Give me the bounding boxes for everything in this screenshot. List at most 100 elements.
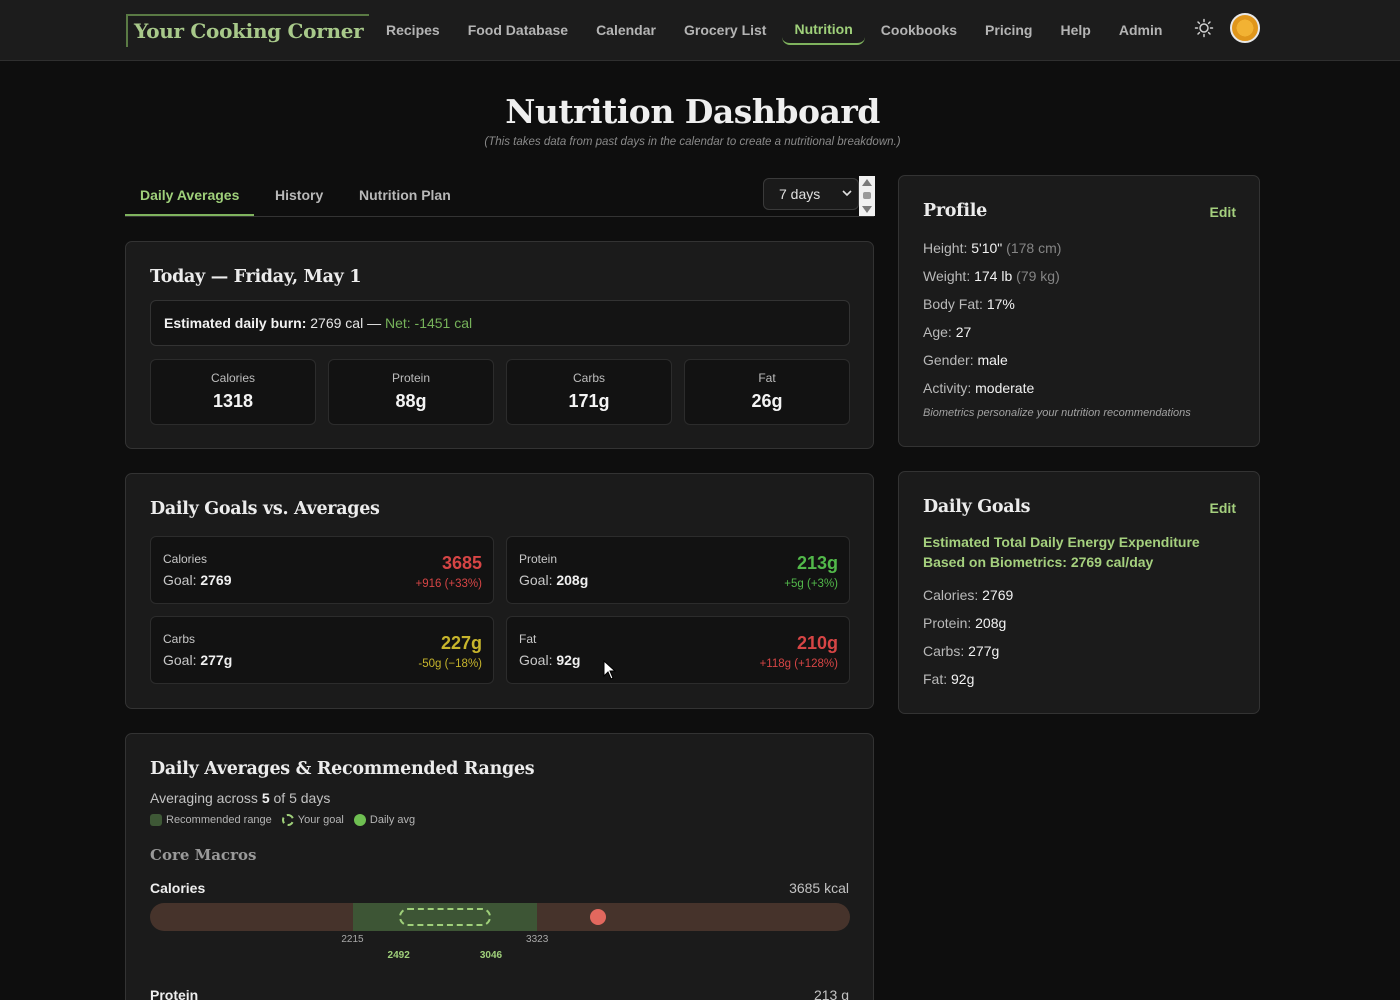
daily-goals-title: Daily Goals xyxy=(923,497,1031,517)
goal-name: Fat xyxy=(519,632,537,646)
daily-average-marker xyxy=(589,909,606,925)
nav-recipes[interactable]: Recipes xyxy=(374,16,452,44)
row-value: 2769 xyxy=(982,587,1014,603)
sun-icon[interactable] xyxy=(1194,18,1214,38)
daily-goal-calories: Calories: 2769 xyxy=(923,587,1013,603)
row-label: Activity: xyxy=(923,380,972,396)
legend-label: Recommended range xyxy=(166,814,272,826)
row-label: Calories: xyxy=(923,587,979,603)
edit-profile-button[interactable]: Edit xyxy=(1210,204,1236,220)
goal-fat: Fat Goal: 92g 210g +118g (+128%) xyxy=(506,616,850,684)
profile-gender: Gender: male xyxy=(923,352,1008,368)
goal-range-marker xyxy=(398,908,491,926)
ranges-legend: Recommended range Your goal Daily avg xyxy=(150,814,425,826)
row-value: 92g xyxy=(951,671,975,687)
app-logo[interactable]: Your Cooking Corner xyxy=(126,14,370,47)
nav-food-database[interactable]: Food Database xyxy=(456,16,580,44)
goal-average: 3685 xyxy=(441,553,482,573)
averaging-prefix: Averaging across xyxy=(150,790,258,806)
row-value: male xyxy=(977,352,1008,368)
row-label: Gender: xyxy=(923,352,974,368)
goal-prefix: Goal: xyxy=(519,652,553,668)
goal-protein: Protein Goal: 208g 213g +5g (+3%) xyxy=(506,536,850,604)
edit-goals-button[interactable]: Edit xyxy=(1210,500,1236,516)
goal-min-tick: 2492 xyxy=(387,950,410,961)
row-value: 17% xyxy=(986,296,1015,312)
row-label: Body Fat: xyxy=(923,296,983,312)
burn-label: Estimated daily burn: xyxy=(164,315,307,331)
goal-line: Goal: 92g xyxy=(519,652,580,668)
row-label: Height: xyxy=(923,240,968,256)
nav-admin[interactable]: Admin xyxy=(1107,16,1175,44)
row-label: Weight: xyxy=(923,268,971,284)
averaging-suffix: of 5 days xyxy=(273,790,331,806)
row-extra: (79 kg) xyxy=(1016,268,1060,284)
goal-difference: +118g (+128%) xyxy=(759,658,838,670)
metric-protein-value: 213 g xyxy=(813,987,849,1000)
row-value: 174 lb xyxy=(974,268,1013,284)
tdee-text: Estimated Total Daily Energy Expenditure… xyxy=(923,534,1200,570)
ranges-title: Daily Averages & Recommended Ranges xyxy=(150,759,535,779)
goal-difference: +5g (+3%) xyxy=(784,578,838,590)
scroll-spinner[interactable] xyxy=(859,176,875,216)
goal-prefix: Goal: xyxy=(163,652,197,668)
top-navigation-bar: Your Cooking Corner Recipes Food Databas… xyxy=(0,0,1400,61)
nav-nutrition[interactable]: Nutrition xyxy=(782,15,865,45)
chevron-down-icon xyxy=(842,190,852,197)
legend-item-range: Recommended range xyxy=(150,814,272,826)
stat-label: Fat xyxy=(758,371,776,385)
daily-goal-carbs: Carbs: 277g xyxy=(923,643,999,659)
nav-cookbooks[interactable]: Cookbooks xyxy=(869,16,969,44)
goals-vs-averages-title: Daily Goals vs. Averages xyxy=(150,499,380,519)
profile-height: Height: 5'10" (178 cm) xyxy=(923,240,1061,256)
spinner-down-icon[interactable] xyxy=(862,206,872,213)
metric-calories-name: Calories xyxy=(150,880,206,896)
profile-weight: Weight: 174 lb (79 kg) xyxy=(923,268,1060,284)
goal-calories: Calories Goal: 2769 3685 +916 (+33%) xyxy=(150,536,494,604)
row-value: moderate xyxy=(975,380,1035,396)
nav-pricing[interactable]: Pricing xyxy=(973,16,1044,44)
rec-max-tick: 3323 xyxy=(526,934,549,945)
goal-prefix: Goal: xyxy=(519,572,553,588)
range-swatch-icon xyxy=(150,814,162,826)
daily-goal-protein: Protein: 208g xyxy=(923,615,1006,631)
day-range-select[interactable]: 7 days xyxy=(763,178,859,210)
days-used: 5 xyxy=(261,790,270,806)
nav-calendar[interactable]: Calendar xyxy=(584,16,668,44)
nav-help[interactable]: Help xyxy=(1049,16,1103,44)
goal-line: Goal: 277g xyxy=(163,652,232,668)
burn-value: 2769 cal — xyxy=(310,315,382,331)
today-stat-calories: Calories 1318 xyxy=(150,359,316,425)
metric-protein-name: Protein xyxy=(150,987,199,1000)
goal-average: 213g xyxy=(796,553,838,573)
stat-value: 88g xyxy=(395,391,427,411)
nav-grocery-list[interactable]: Grocery List xyxy=(672,16,778,44)
row-extra: (178 cm) xyxy=(1006,240,1062,256)
daily-goals-card: Daily Goals Edit Estimated Total Daily E… xyxy=(898,471,1260,714)
stat-label: Protein xyxy=(391,371,431,385)
stat-value: 171g xyxy=(568,391,610,411)
goal-name: Protein xyxy=(519,552,558,566)
dashboard-tabs: Daily Averages History Nutrition Plan xyxy=(125,175,874,217)
goal-average: 210g xyxy=(796,633,838,653)
user-avatar[interactable] xyxy=(1230,13,1260,43)
page-subtitle: (This takes data from past days in the c… xyxy=(484,136,901,148)
profile-card: Profile Edit Height: 5'10" (178 cm) Weig… xyxy=(898,175,1260,447)
goal-carbs: Carbs Goal: 277g 227g -50g (−18%) xyxy=(150,616,494,684)
spinner-up-icon[interactable] xyxy=(862,179,872,186)
goal-name: Carbs xyxy=(163,632,196,646)
stat-label: Carbs xyxy=(572,371,605,385)
legend-item-goal: Your goal xyxy=(281,814,344,826)
goal-prefix: Goal: xyxy=(163,572,197,588)
goal-difference: +916 (+33%) xyxy=(415,578,483,590)
spinner-thumb[interactable] xyxy=(863,192,871,199)
tab-daily-averages[interactable]: Daily Averages xyxy=(125,175,255,216)
metric-calories-value: 3685 kcal xyxy=(789,880,849,896)
goal-line: Goal: 208g xyxy=(519,572,588,588)
tab-nutrition-plan[interactable]: Nutrition Plan xyxy=(344,175,466,216)
tab-history[interactable]: History xyxy=(260,175,338,216)
profile-activity: Activity: moderate xyxy=(923,380,1034,396)
stat-value: 26g xyxy=(751,391,783,411)
mouse-cursor-icon xyxy=(603,660,617,680)
goal-swatch-icon xyxy=(281,814,294,826)
